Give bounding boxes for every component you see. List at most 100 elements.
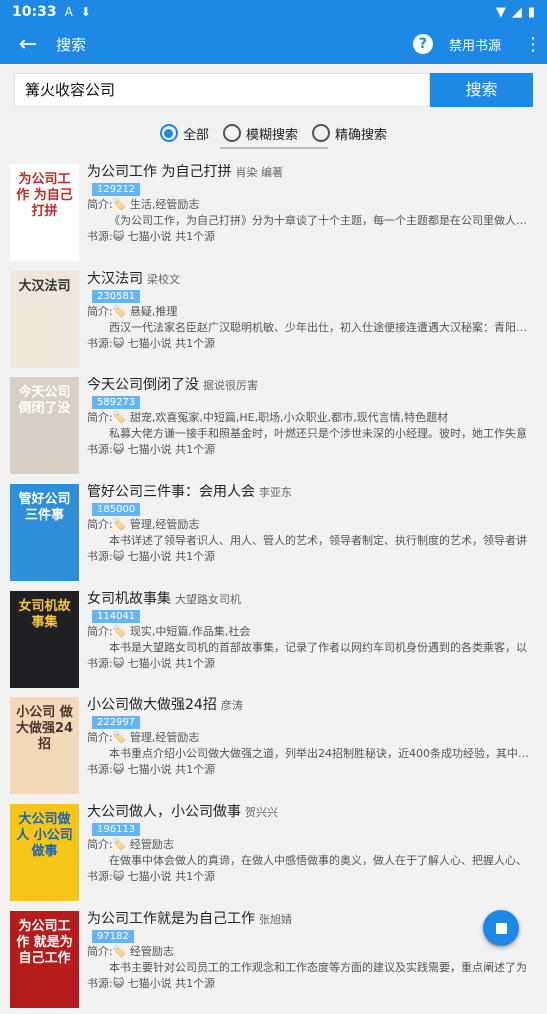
book-word-count-badge: 230581 [92,289,141,303]
book-title-line: 大汉法司 梁校文 [87,271,535,288]
book-word-count-badge: 589273 [92,396,141,410]
book-cover: 大公司做人 小公司做事 [10,804,79,902]
book-cover: 为公司工作 就是为自己工作 [10,910,79,1008]
book-title-line: 为公司工作就是为自己工作 张旭婧 [87,911,535,928]
book-cover: 女司机故事集 [10,590,79,688]
search-button[interactable]: 搜索 [430,73,533,107]
book-list-item[interactable]: 大汉法司 大汉法司 梁校文 230581 简介:🏷️ 悬疑,推理 西汉一代法家名臣赵广汉聪… [0,267,547,374]
book-cover-text: 大汉法司 [18,278,71,294]
filter-underline [220,147,328,149]
book-word-count-badge: 97182 [92,929,134,943]
book-tags: 简介:🏷️ 生活,经管励志 [87,198,200,211]
book-title-line: 小公司做大做强24招 彦涛 [87,697,535,714]
signal-icon: ◢ [511,4,522,20]
book-word-count-badge: 185000 [92,503,141,517]
status-time: 10:33 [12,4,57,20]
filter-label: 全部 [182,127,209,143]
book-source: 书源:😺 七猫小说 共1个源 [87,550,216,564]
book-list[interactable]: 为公司工作 为自己打拼 为公司工作 为自己打拼 肖染 编著 129212 简介:🏷️ 生… [0,160,547,1014]
book-list-item[interactable]: 今天公司倒闭了没 今天公司倒闭了没 据说很厉害 589273 简介:🏷️ 甜宠,欢喜冤家… [0,373,547,480]
book-source: 书源:😺 七猫小说 共1个源 [87,443,216,457]
book-cover-text: 今天公司倒闭了没 [18,385,71,417]
book-intro: 《为公司工作，为自己打拼》分为十章谈了十个主题，每一个主题都是在公司里做人做事的… [109,214,535,227]
download-icon: ⬇ [80,5,91,19]
book-title: 今天公司倒闭了没 [87,377,199,394]
book-intro: 本书是大望路女司机的首部故事集，记录了作者以网约车司机身份遇到的各类乘客，以 [109,640,527,654]
book-title: 大公司做人，小公司做事 [87,804,241,821]
book-cover: 为公司工作 为自己打拼 [10,164,79,261]
book-word-count-badge: 196113 [92,823,141,837]
book-title-line: 女司机故事集 大望路女司机 [87,591,535,608]
status-bar: 10:33 A ⬇ ▼ ◢ ▮ [0,0,547,24]
book-list-item[interactable]: 为公司工作 为自己打拼 为公司工作 为自己打拼 肖染 编著 129212 简介:🏷️ 生… [0,160,547,267]
book-cover: 大汉法司 [10,270,79,368]
book-tags: 简介:🏷️ 现实,中短篇,作品集,社会 [87,624,251,638]
book-source: 书源:😺 七猫小说 共1个源 [87,763,216,777]
book-source: 书源:😺 七猫小说 共1个源 [87,976,216,990]
radio-unchecked-icon [312,124,330,142]
book-source: 书源:😺 七猫小说 共1个源 [87,230,216,243]
wifi-icon: ▼ [495,4,506,20]
book-list-item[interactable]: 管好公司三件事 管好公司三件事：会用人会 李亚东 185000 简介:🏷️ 管理,经管励… [0,480,547,587]
book-title-line: 为公司工作 为自己打拼 肖染 编著 [87,164,535,181]
search-input[interactable] [14,73,430,107]
back-arrow-icon[interactable]: ← [0,32,56,57]
book-cover: 今天公司倒闭了没 [10,377,79,475]
stop-search-button[interactable] [483,910,519,946]
book-tags: 简介:🏷️ 经管励志 [87,944,174,958]
book-tags: 简介:🏷️ 经管励志 [87,838,174,852]
help-icon[interactable]: ? [412,34,433,54]
book-title: 管好公司三件事：会用人会 [87,484,255,501]
book-word-count-badge: 129212 [92,183,141,196]
book-author: 据说很厉害 [203,379,258,393]
disable-sources-button[interactable]: 禁用书源 [449,35,501,54]
book-cover: 管好公司三件事 [10,484,79,582]
book-title-line: 管好公司三件事：会用人会 李亚东 [87,484,535,501]
book-intro: 私募大佬方谦一接手和照基金时，叶燃还只是个涉世未深的小经理。彼时，她工作失意 [109,427,527,441]
book-intro: 在做事中体会做人的真谛，在做人中感悟做事的奥义，做人在于了解人心、把握人心、 [109,854,527,868]
book-title-line: 今天公司倒闭了没 据说很厉害 [87,377,535,394]
book-source: 书源:😺 七猫小说 共1个源 [87,656,216,670]
more-menu-icon[interactable]: ⋮ [519,34,547,55]
book-list-item[interactable]: 小公司 做大做强24招 小公司做大做强24招 彦涛 222997 简介:🏷️ 管理,经管… [0,693,547,800]
book-title: 小公司做大做强24招 [87,697,217,714]
book-word-count-badge: 222997 [92,716,141,730]
book-author: 贺兴兴 [245,806,278,820]
book-tags: 简介:🏷️ 甜宠,欢喜冤家,中短篇,HE,职场,小众职业,都市,现代言情,特色题… [87,411,449,425]
book-info: 大汉法司 梁校文 230581 简介:🏷️ 悬疑,推理 西汉一代法家名臣赵广汉聪明机敏、… [87,271,535,352]
book-list-item[interactable]: 女司机故事集 女司机故事集 大望路女司机 114041 简介:🏷️ 现实,中短篇,作品集… [0,587,547,694]
book-cover-text: 管好公司三件事 [18,492,71,524]
page-title: 搜索 [56,35,87,54]
radio-checked-icon [159,124,178,142]
book-cover: 小公司 做大做强24招 [10,697,79,795]
book-cover-text: 小公司 做大做强24招 [15,705,74,753]
status-right-icons: ▼ ◢ ▮ [496,5,535,20]
search-mode-group: 全部 模糊搜索 精确搜索 [0,120,547,146]
filter-exact-radio[interactable]: 精确搜索 [312,124,387,143]
toolbar: ← 搜索 ? 禁用书源 ⋮ [0,24,547,64]
book-title-line: 大公司做人，小公司做事 贺兴兴 [87,804,535,821]
book-tags: 简介:🏷️ 管理,经管励志 [87,731,200,745]
stop-icon [495,922,507,934]
book-list-item[interactable]: 为公司工作 就是为自己工作 为公司工作就是为自己工作 张旭婧 97182 简介:🏷️ 经… [0,907,547,1014]
book-cover-text: 大公司做人 小公司做事 [16,812,73,860]
book-title: 女司机故事集 [87,590,171,607]
filter-label: 模糊搜索 [245,127,298,143]
notification-a-icon: A [64,5,73,19]
filter-all-radio[interactable]: 全部 [159,124,209,143]
book-tags: 简介:🏷️ 管理,经管励志 [87,518,200,532]
filter-fuzzy-radio[interactable]: 模糊搜索 [222,124,298,143]
book-list-item[interactable]: 大公司做人 小公司做事 大公司做人，小公司做事 贺兴兴 196113 简介:🏷️ 经管励… [0,800,547,907]
book-intro: 本书重点介绍小公司做大做强之道，列举出24招制胜秘诀，近400条成功经验，其中包… [109,747,535,761]
book-author: 梁校文 [147,272,180,286]
filter-label: 精确搜索 [335,127,388,143]
book-tags: 简介:🏷️ 悬疑,推理 [87,304,178,318]
book-info: 今天公司倒闭了没 据说很厉害 589273 简介:🏷️ 甜宠,欢喜冤家,中短篇,HE,… [87,377,535,458]
book-title: 为公司工作就是为自己工作 [87,910,255,927]
book-info: 小公司做大做强24招 彦涛 222997 简介:🏷️ 管理,经管励志本书重点介绍小公司… [87,697,535,778]
book-author: 肖染 编著 [235,166,283,179]
book-title: 为公司工作 为自己打拼 [87,164,232,180]
book-author: 大望路女司机 [175,592,241,606]
book-cover-text: 为公司工作 就是为自己工作 [16,918,73,966]
book-source: 书源:😺 七猫小说 共1个源 [87,870,216,884]
